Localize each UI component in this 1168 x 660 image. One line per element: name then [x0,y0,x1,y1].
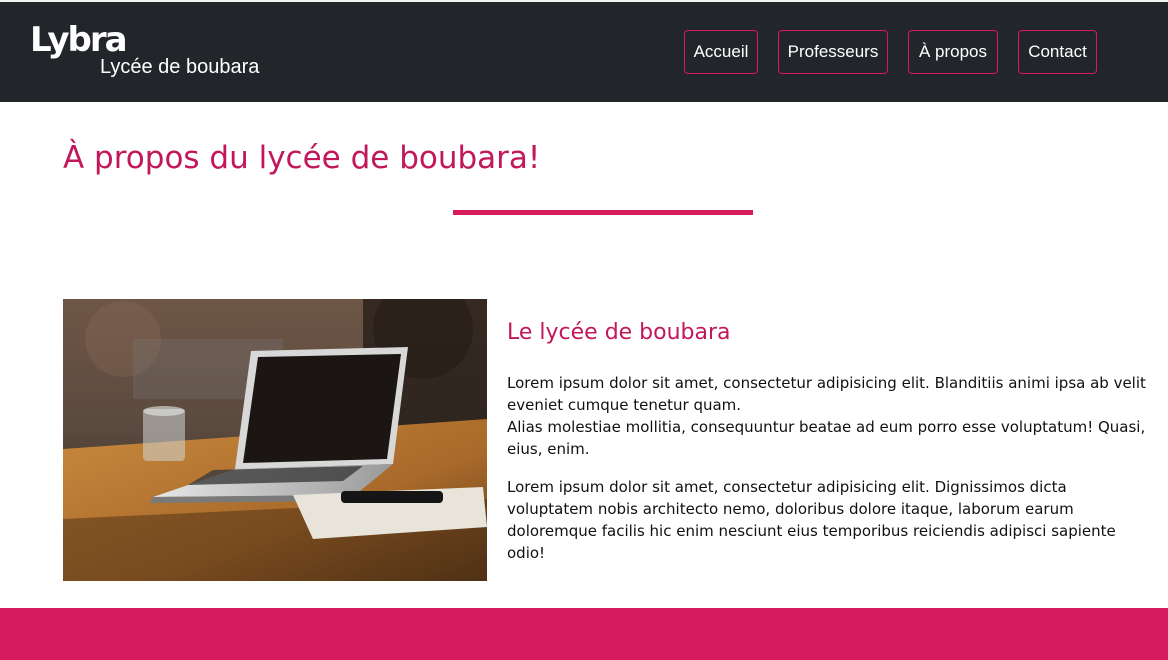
about-paragraph-2: Lorem ipsum dolor sit amet, consectetur … [507,478,1116,562]
nav-link-professeurs[interactable]: Professeurs [778,30,888,74]
footer-band [0,608,1168,660]
nav-link-a-propos[interactable]: À propos [908,30,998,74]
about-paragraph-1-line-1: Lorem ipsum dolor sit amet, consectetur … [507,374,1146,414]
nav-link-accueil[interactable]: Accueil [684,30,758,74]
about-paragraph-1-line-2: Alias molestiae mollitia, consequuntur b… [507,418,1146,458]
section-heading: Le lycée de boubara [507,320,731,345]
top-navbar: Lybra Lycée de boubara Accueil Professeu… [0,0,1168,102]
main-nav: Accueil Professeurs À propos Contact [0,30,1168,74]
laptop-photo [63,299,487,581]
title-underline [453,210,753,215]
about-paragraph-1: Lorem ipsum dolor sit amet, consectetur … [507,372,1147,460]
page-title: À propos du lycée de boubara! [63,140,541,176]
nav-link-contact[interactable]: Contact [1018,30,1097,74]
